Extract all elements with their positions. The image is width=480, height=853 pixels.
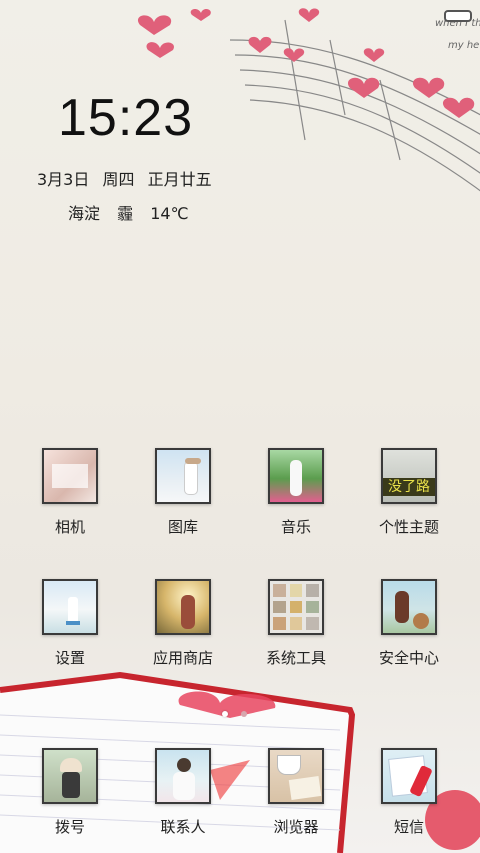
app-label: 联系人 (160, 818, 206, 836)
app-label: 音乐 (280, 518, 311, 536)
messages-icon (381, 748, 437, 804)
app-label: 安全中心 (378, 649, 439, 667)
app-label: 设置 (54, 649, 85, 667)
theme-icon: 没了路 (381, 448, 437, 504)
weather-widget[interactable]: 海淀 霾 14℃ (68, 200, 201, 224)
dock-contacts[interactable]: 联系人 (128, 748, 238, 837)
page-indicator[interactable] (218, 702, 251, 721)
dock-phone[interactable]: 拨号 (15, 748, 125, 837)
music-staff-decoration: when I th my he (230, 8, 480, 192)
settings-icon (42, 579, 98, 635)
app-settings[interactable]: 设置 (15, 579, 125, 668)
music-icon (268, 448, 324, 504)
camera-icon (42, 448, 98, 504)
system-tools-icon (268, 579, 324, 635)
dock-messages[interactable]: 短信 (354, 748, 464, 837)
app-security-center[interactable]: 安全中心 (354, 579, 464, 668)
app-label: 应用商店 (152, 649, 213, 667)
app-label: 浏览器 (273, 818, 319, 836)
app-label: 个性主题 (378, 518, 439, 536)
app-music[interactable]: 音乐 (241, 448, 351, 537)
weather-temperature: 14℃ (150, 204, 189, 223)
app-label: 短信 (393, 818, 424, 836)
hearts-decoration (137, 8, 211, 58)
app-label: 图库 (167, 518, 198, 536)
page-dot (241, 711, 248, 717)
battery-icon (444, 10, 472, 22)
phone-icon (42, 748, 98, 804)
app-label: 拨号 (54, 818, 85, 836)
security-center-icon (381, 579, 437, 635)
date-line: 3月3日 周四 正月廿五 (37, 166, 212, 190)
app-store[interactable]: 应用商店 (128, 579, 238, 668)
app-camera[interactable]: 相机 (15, 448, 125, 537)
app-system-tools[interactable]: 系统工具 (241, 579, 351, 668)
dock-browser[interactable]: 浏览器 (241, 748, 351, 837)
app-label: 相机 (54, 518, 85, 536)
wallpaper-script-line2: my he (448, 40, 479, 51)
app-gallery[interactable]: 图库 (128, 448, 238, 537)
weather-location: 海淀 (68, 204, 101, 223)
app-label: 系统工具 (265, 649, 326, 667)
weekday: 周四 (102, 170, 135, 189)
page-dot-active (222, 711, 228, 717)
weather-condition: 霾 (117, 204, 134, 223)
app-themes[interactable]: 没了路 个性主题 (354, 448, 464, 537)
theme-badge: 没了路 (383, 478, 435, 496)
clock-time[interactable]: 15:23 (58, 88, 193, 148)
contacts-icon (155, 748, 211, 804)
browser-icon (268, 748, 324, 804)
date: 3月3日 (37, 170, 90, 189)
gallery-icon (155, 448, 211, 504)
app-store-icon (155, 579, 211, 635)
lunar-date: 正月廿五 (147, 170, 212, 189)
